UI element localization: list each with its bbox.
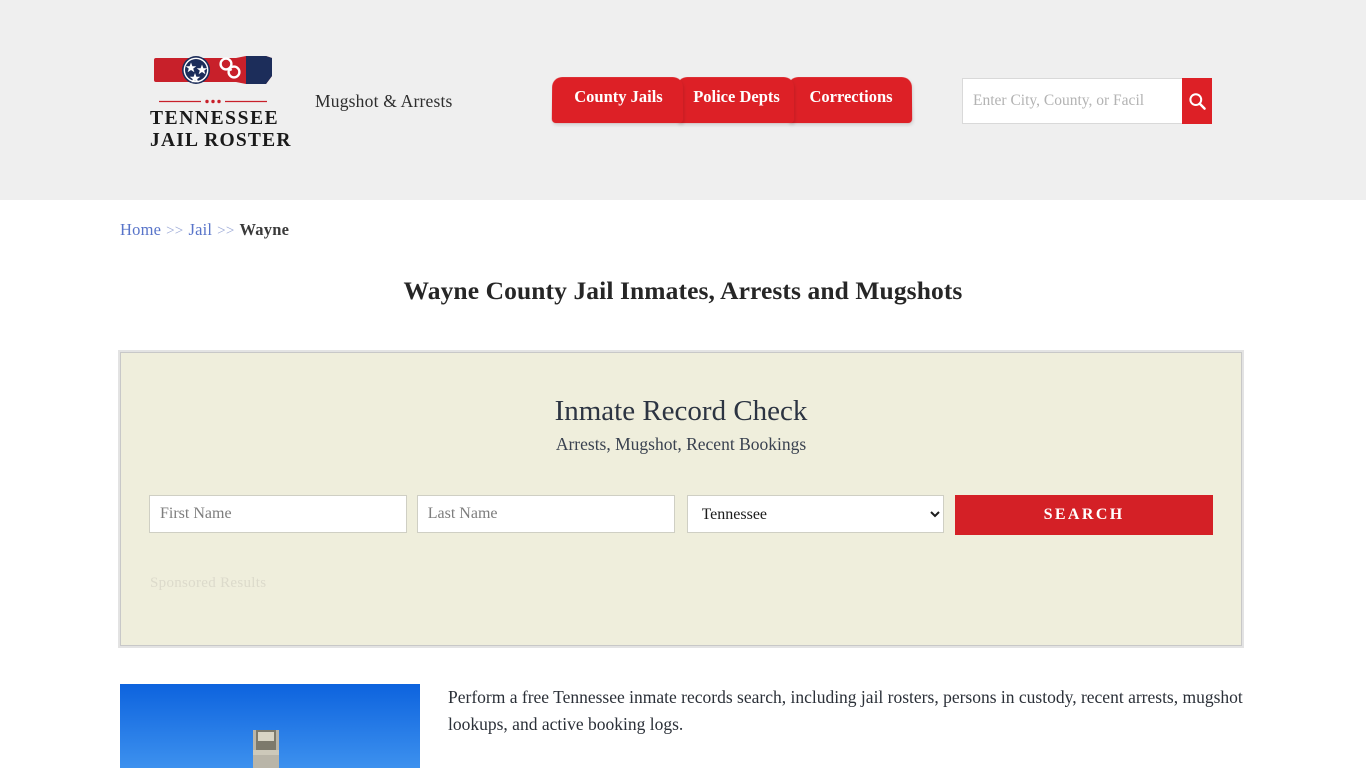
- site-tagline: Mugshot & Arrests: [315, 91, 453, 111]
- main-navigation: County Jails Police Depts Corrections: [551, 77, 913, 125]
- header-search-input[interactable]: [962, 78, 1182, 124]
- site-logo[interactable]: TENNESSEE JAIL ROSTER: [150, 46, 292, 152]
- sponsored-results-label: Sponsored Results: [150, 575, 267, 591]
- nav-item-county-jails[interactable]: County Jails: [551, 77, 684, 124]
- logo-text-line1: TENNESSEE: [150, 108, 280, 129]
- breadcrumb-jail[interactable]: Jail: [188, 220, 212, 239]
- header-inner: TENNESSEE JAIL ROSTER Mugshot & Arrests …: [120, 0, 1246, 200]
- breadcrumb-separator-1: >>: [166, 223, 184, 239]
- last-name-input[interactable]: [416, 495, 675, 533]
- first-name-input[interactable]: [149, 495, 407, 533]
- breadcrumb-home[interactable]: Home: [120, 220, 161, 239]
- page-wrap: Home >> Jail >> Wayne Wayne County Jail Inma…: [118, 200, 1246, 768]
- breadcrumb-current: Wayne: [239, 220, 290, 239]
- inmate-search-form: Tennessee SEARCH: [121, 495, 1241, 535]
- breadcrumb: Home >> Jail >> Wayne: [120, 200, 1246, 240]
- nav-label-police-depts: Police Depts: [693, 87, 780, 107]
- header-search: [962, 78, 1212, 124]
- logo-text-line2: JAIL ROSTER: [150, 129, 292, 151]
- jail-building-photo: [120, 684, 420, 768]
- panel-subtitle: Arrests, Mugshot, Recent Bookings: [555, 434, 807, 454]
- jail-building-photo-illustration: [120, 684, 420, 768]
- page-title: Wayne County Jail Inmates, Arrests and M…: [403, 276, 963, 305]
- inmate-search-button[interactable]: SEARCH: [955, 495, 1213, 535]
- article-paragraph-2: The Wayne County Jail is a medium securi…: [448, 762, 1246, 768]
- article-paragraph-1: Perform a free Tennessee inmate records …: [448, 687, 1243, 735]
- nav-item-police-depts[interactable]: Police Depts: [676, 77, 795, 124]
- header-search-button[interactable]: [1182, 78, 1212, 124]
- inmate-record-check-panel: Inmate Record Check Arrests, Mugshot, Re…: [118, 350, 1244, 648]
- nav-label-corrections: Corrections: [809, 87, 893, 107]
- tennessee-state-flag-handcuffs-logo-icon: [154, 56, 272, 84]
- nav-label-county-jails: County Jails: [574, 87, 663, 107]
- article-copy: Perform a free Tennessee inmate records …: [420, 684, 1246, 768]
- state-select[interactable]: Tennessee: [686, 495, 945, 533]
- logo-divider-ornament: [159, 99, 267, 104]
- article-section: Perform a free Tennessee inmate records …: [120, 684, 1246, 768]
- site-header: TENNESSEE JAIL ROSTER Mugshot & Arrests …: [0, 0, 1366, 200]
- panel-title: Inmate Record Check: [554, 395, 808, 427]
- nav-item-corrections[interactable]: Corrections: [787, 77, 913, 124]
- breadcrumb-separator-2: >>: [217, 223, 235, 239]
- search-icon: [1188, 92, 1206, 110]
